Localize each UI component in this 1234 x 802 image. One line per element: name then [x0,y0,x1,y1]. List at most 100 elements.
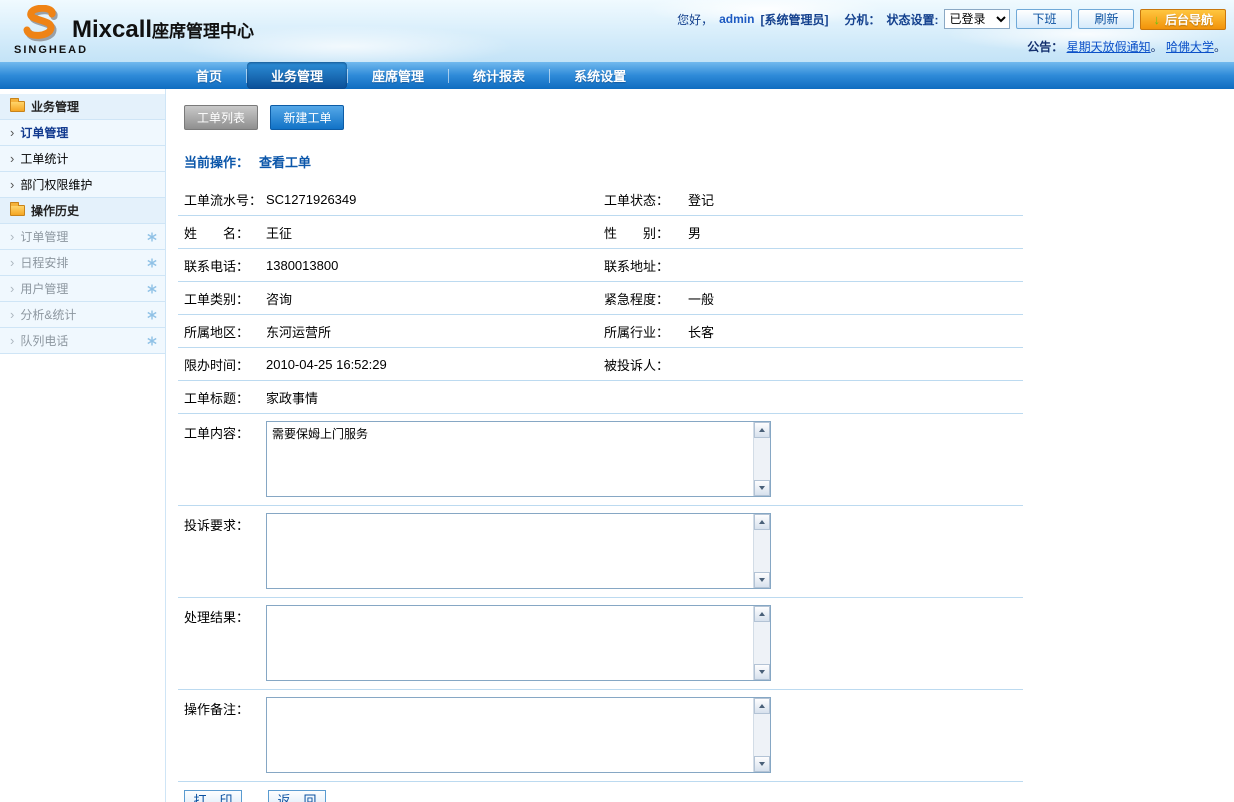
app-title-suffix: 座席管理中心 [152,22,254,41]
form-row: 联系电话： 1380013800 联系地址： [178,249,1023,282]
form-textarea-row: 投诉要求： [178,506,1023,598]
form-footer: 打 印 返 回 [184,790,1023,802]
field-label-phone: 联系电话： [184,256,266,275]
field-label-name: 姓 名： [184,223,266,242]
form-row: 姓 名： 王征 性 别： 男 [178,216,1023,249]
new-ticket-button[interactable]: 新建工单 [270,105,344,130]
sidebar-item-label: 分析&统计 [20,306,141,323]
sidebar-item-schedule[interactable]: › 日程安排 [0,250,165,276]
current-operation-label: 当前操作： [184,155,249,170]
textarea-container: 需要保姆上门服务 [266,421,771,497]
field-value-title: 家政事情 [266,388,1023,407]
sidebar-item-queue-calls[interactable]: › 队列电话 [0,328,165,354]
sidebar-group-history[interactable]: 操作历史 [0,198,165,224]
field-label-content: 工单内容： [184,421,266,442]
textarea-scrollbar[interactable] [753,698,770,772]
field-value-gender: 男 [688,223,1023,242]
nav-tab-agent[interactable]: 座席管理 [348,62,448,89]
scroll-down-button[interactable] [754,664,770,680]
field-label-deadline: 限办时间： [184,355,266,374]
module-badge-icon [147,232,157,242]
form-textarea-row: 操作备注： [178,690,1023,782]
ticket-form: 工单流水号： SC1271926349 工单状态： 登记 姓 名： 王征 性 别… [178,183,1023,802]
scroll-up-button[interactable] [754,514,770,530]
ticket-list-button[interactable]: 工单列表 [184,105,258,130]
textarea-container [266,513,771,589]
print-button[interactable]: 打 印 [184,790,242,802]
notice-link-harvard[interactable]: 哈佛大学 [1166,40,1214,54]
textarea-scrollbar[interactable] [753,514,770,588]
status-select[interactable]: 已登录 [944,9,1010,29]
operation-note-textarea[interactable] [267,698,753,772]
sidebar-item-label: 日程安排 [20,254,141,271]
module-badge-icon [147,284,157,294]
ticket-content-textarea[interactable]: 需要保姆上门服务 [267,422,753,496]
notice-link-holiday[interactable]: 星期天放假通知 [1067,40,1151,54]
arrow-down-icon [759,670,765,674]
sidebar-group-business[interactable]: 业务管理 [0,94,165,120]
nav-tab-business[interactable]: 业务管理 [247,62,347,89]
scroll-down-button[interactable] [754,480,770,496]
ticket-toolbar: 工单列表 新建工单 [184,105,1234,130]
notice-bar: 公告： 星期天放假通知。 哈佛大学。 [677,38,1226,55]
nav-tab-reports[interactable]: 统计报表 [449,62,549,89]
form-row: 限办时间： 2010-04-25 16:52:29 被投诉人： [178,348,1023,381]
sidebar-item-order-mgmt-2[interactable]: › 订单管理 [0,224,165,250]
nav-tab-settings[interactable]: 系统设置 [550,62,650,89]
textarea-scrollbar[interactable] [753,606,770,680]
handle-result-textarea[interactable] [267,606,753,680]
complaint-request-textarea[interactable] [267,514,753,588]
form-textarea-row: 处理结果： [178,598,1023,690]
form-row-title: 工单标题： 家政事情 [178,381,1023,414]
notice-label: 公告： [1027,40,1063,54]
main-panel: 工单列表 新建工单 当前操作：查看工单 工单流水号： SC1271926349 … [166,89,1234,802]
arrow-up-icon [759,428,765,432]
breadcrumb: 当前操作：查看工单 [184,152,1234,171]
module-badge-icon [147,336,157,346]
folder-icon [10,101,25,112]
extension-label: 分机： [844,11,880,28]
top-header: SINGHEAD Mixcall座席管理中心 您好， admin [系统管理员]… [0,0,1234,62]
arrow-bullet-icon: › [10,126,14,139]
sidebar-item-order-mgmt[interactable]: › 订单管理 [0,120,165,146]
arrow-bullet-icon: › [10,256,14,269]
scroll-up-button[interactable] [754,698,770,714]
scroll-down-button[interactable] [754,572,770,588]
sidebar-item-user-mgmt[interactable]: › 用户管理 [0,276,165,302]
scroll-up-button[interactable] [754,606,770,622]
field-label-handle-result: 处理结果： [184,605,266,626]
sidebar-item-label: 用户管理 [20,280,141,297]
off-work-button[interactable]: 下班 [1016,9,1072,29]
form-row: 工单类别： 咨询 紧急程度： 一般 [178,282,1023,315]
field-value-status: 登记 [688,190,1023,209]
arrow-bullet-icon: › [10,152,14,165]
sidebar-item-label: 工单统计 [20,150,157,167]
greeting-text: 您好， [677,11,713,28]
textarea-scrollbar[interactable] [753,422,770,496]
arrow-bullet-icon: › [10,178,14,191]
back-button[interactable]: 返 回 [268,790,326,802]
arrow-up-icon [759,520,765,524]
arrow-bullet-icon: › [10,230,14,243]
field-label-status: 工单状态： [604,190,688,209]
nav-tab-home[interactable]: 首页 [172,62,246,89]
sidebar-item-dept-permission[interactable]: › 部门权限维护 [0,172,165,198]
scroll-up-button[interactable] [754,422,770,438]
refresh-button[interactable]: 刷新 [1078,9,1134,29]
sidebar-item-analysis-stats[interactable]: › 分析&统计 [0,302,165,328]
brand-area: SINGHEAD Mixcall座席管理中心 [14,2,254,56]
username-link[interactable]: admin [719,12,754,26]
sidebar-item-label: 订单管理 [20,124,157,141]
field-value-phone: 1380013800 [266,258,604,273]
logo-wordmark: SINGHEAD [14,44,66,56]
field-label-serial: 工单流水号： [184,190,266,209]
main-nav: 首页 业务管理 座席管理 统计报表 系统设置 [0,62,1234,89]
textarea-container [266,697,771,773]
field-label-address: 联系地址： [604,256,688,275]
sidebar-item-ticket-stats[interactable]: › 工单统计 [0,146,165,172]
notice-separator-2: 。 [1214,40,1226,54]
form-row: 所属地区： 东河运营所 所属行业： 长客 [178,315,1023,348]
scroll-down-button[interactable] [754,756,770,772]
user-bar-row1: 您好， admin [系统管理员] 分机： 状态设置: 已登录 下班 刷新 ↓ … [677,8,1226,30]
backend-nav-button[interactable]: ↓ 后台导航 [1140,9,1226,30]
